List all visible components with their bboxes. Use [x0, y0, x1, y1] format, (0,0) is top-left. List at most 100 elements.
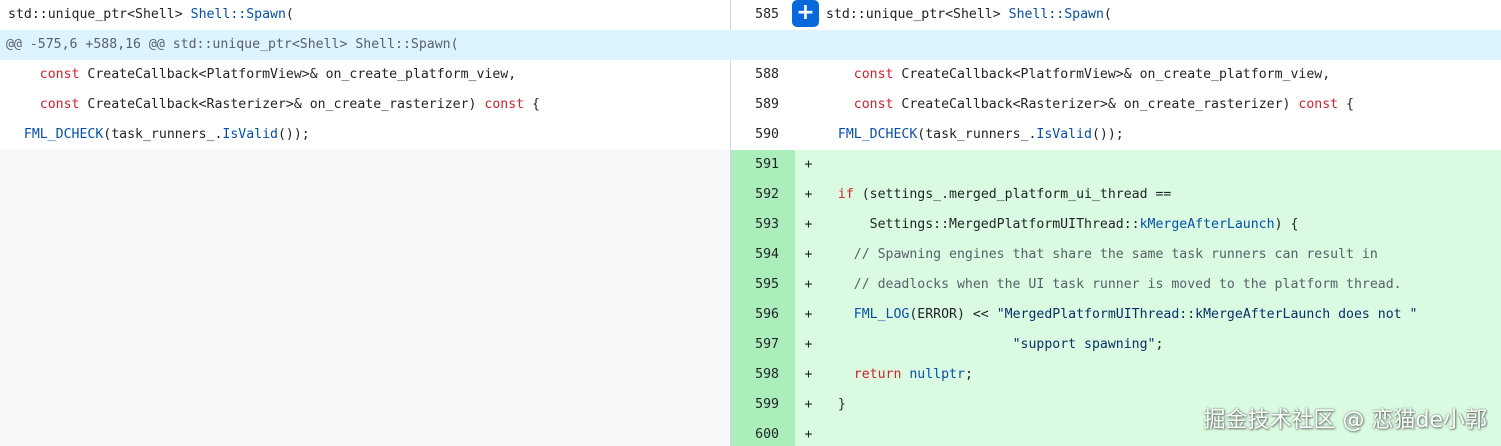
context-row: const CreateCallback<Rasterizer>& on_cre… — [0, 90, 1501, 120]
code-token: ()); — [1091, 127, 1124, 142]
right-code-line: 598 + return nullptr; — [731, 360, 1501, 390]
right-code: "support spawning"; — [822, 330, 1501, 360]
left-code-line: FML_DCHECK(task_runners_.IsValid()); — [0, 120, 731, 150]
added-row: 591 + — [0, 150, 1501, 180]
code-token: (ERROR) << — [909, 307, 997, 322]
line-number[interactable]: 591 — [731, 150, 795, 180]
code-token-keyword: const — [1298, 97, 1339, 112]
hunk-header-text: @@ -575,6 +588,16 @@ std::unique_ptr<She… — [6, 37, 459, 52]
context-row: const CreateCallback<PlatformView>& on_c… — [0, 60, 1501, 90]
line-number[interactable]: 595 — [731, 270, 795, 300]
line-number[interactable]: 599 — [731, 390, 795, 420]
code-token: (task_runners_. — [103, 127, 223, 142]
line-number: 585 — [755, 7, 779, 22]
right-code-line: 589 const CreateCallback<Rasterizer>& on… — [731, 90, 1501, 120]
added-row: 595 + // deadlocks when the UI task runn… — [0, 270, 1501, 300]
code-token: ; — [964, 367, 973, 382]
code-token-function: FML_DCHECK — [837, 127, 918, 142]
line-number[interactable]: 592 — [731, 180, 795, 210]
diff-marker: + — [795, 270, 822, 300]
hunk-header-row[interactable]: @@ -575,6 +588,16 @@ std::unique_ptr<She… — [0, 30, 1501, 60]
left-empty-line — [0, 300, 731, 330]
line-number[interactable]: 596 — [731, 300, 795, 330]
left-empty-line — [0, 420, 731, 446]
code-token-keyword: const — [853, 97, 894, 112]
code-token: CreateCallback<PlatformView>& on_create_… — [79, 67, 517, 82]
diff-marker — [795, 90, 822, 120]
right-code-line: 588 const CreateCallback<PlatformView>& … — [731, 60, 1501, 90]
line-number[interactable]: 594 — [731, 240, 795, 270]
added-row: 597 + "support spawning"; — [0, 330, 1501, 360]
right-code: // deadlocks when the UI task runner is … — [822, 270, 1501, 300]
left-empty-line — [0, 210, 731, 240]
right-code: const CreateCallback<PlatformView>& on_c… — [822, 60, 1501, 90]
code-token: CreateCallback<Rasterizer>& on_create_ra… — [79, 97, 485, 112]
split-diff-view: std::unique_ptr<Shell> Shell::Spawn( 585… — [0, 0, 1501, 446]
code-token: Settings::MergedPlatformUIThread:: — [822, 217, 1140, 232]
left-code-line: std::unique_ptr<Shell> Shell::Spawn( — [0, 0, 731, 30]
code-token-keyword: if — [837, 187, 854, 202]
code-token: ( — [285, 7, 294, 22]
code-token-keyword: const — [39, 67, 80, 82]
code-token: { — [1338, 97, 1354, 112]
left-empty-line — [0, 390, 731, 420]
right-code-line: 590 FML_DCHECK(task_runners_.IsValid()); — [731, 120, 1501, 150]
code-token: ) { — [1274, 217, 1299, 232]
code-token-keyword: const — [853, 67, 894, 82]
line-number[interactable]: 597 — [731, 330, 795, 360]
code-token-keyword: const — [484, 97, 525, 112]
watermark: 掘金技术社区 @ 恋猫de小郭 — [1203, 408, 1488, 433]
left-empty-line — [0, 330, 731, 360]
left-empty-line — [0, 240, 731, 270]
added-row: 593 + Settings::MergedPlatformUIThread::… — [0, 210, 1501, 240]
diff-marker: + — [795, 210, 822, 240]
code-token-keyword: return — [853, 367, 902, 382]
left-empty-line — [0, 270, 731, 300]
code-token: ( — [1103, 7, 1112, 22]
diff-marker: + — [795, 420, 822, 446]
code-token: std::unique_ptr<Shell> — [8, 7, 191, 22]
code-token-keyword: const — [39, 97, 80, 112]
line-number[interactable]: 588 — [731, 60, 795, 90]
right-code: return nullptr; — [822, 360, 1501, 390]
added-row: 594 + // Spawning engines that share the… — [0, 240, 1501, 270]
right-code-line: 596 + FML_LOG(ERROR) << "MergedPlatformU… — [731, 300, 1501, 330]
diff-marker: + — [795, 360, 822, 390]
line-number[interactable]: 589 — [731, 90, 795, 120]
left-empty-line — [0, 180, 731, 210]
code-token-function: IsValid — [222, 127, 278, 142]
right-code-line: 591 + — [731, 150, 1501, 180]
line-number[interactable]: 598 — [731, 360, 795, 390]
diff-header-row: std::unique_ptr<Shell> Shell::Spawn( 585… — [0, 0, 1501, 30]
diff-marker: + — [795, 240, 822, 270]
code-token-comment: // deadlocks when the UI task runner is … — [853, 277, 1402, 292]
line-number[interactable]: 593 — [731, 210, 795, 240]
line-number[interactable]: 600 — [731, 420, 795, 446]
right-code-line: 595 + // deadlocks when the UI task runn… — [731, 270, 1501, 300]
left-empty-line — [0, 360, 731, 390]
line-number[interactable]: 590 — [731, 120, 795, 150]
code-token: (settings_.merged_platform_ui_thread == — [853, 187, 1172, 202]
code-token: ()); — [277, 127, 310, 142]
right-code-line: 594 + // Spawning engines that share the… — [731, 240, 1501, 270]
code-token-function: Shell::Spawn — [190, 7, 286, 22]
code-token: CreateCallback<PlatformView>& on_create_… — [893, 67, 1331, 82]
right-code: FML_DCHECK(task_runners_.IsValid()); — [822, 120, 1501, 150]
expand-hunk-button[interactable]: + — [792, 0, 819, 27]
plus-icon: + — [796, 0, 815, 25]
right-code-line: 592 + if (settings_.merged_platform_ui_t… — [731, 180, 1501, 210]
right-code-line: 597 + "support spawning"; — [731, 330, 1501, 360]
right-code: std::unique_ptr<Shell> Shell::Spawn( — [795, 0, 1501, 30]
diff-marker — [795, 120, 822, 150]
code-token-string: "MergedPlatformUIThread::kMergeAfterLaun… — [996, 307, 1418, 322]
right-code — [822, 150, 1501, 180]
